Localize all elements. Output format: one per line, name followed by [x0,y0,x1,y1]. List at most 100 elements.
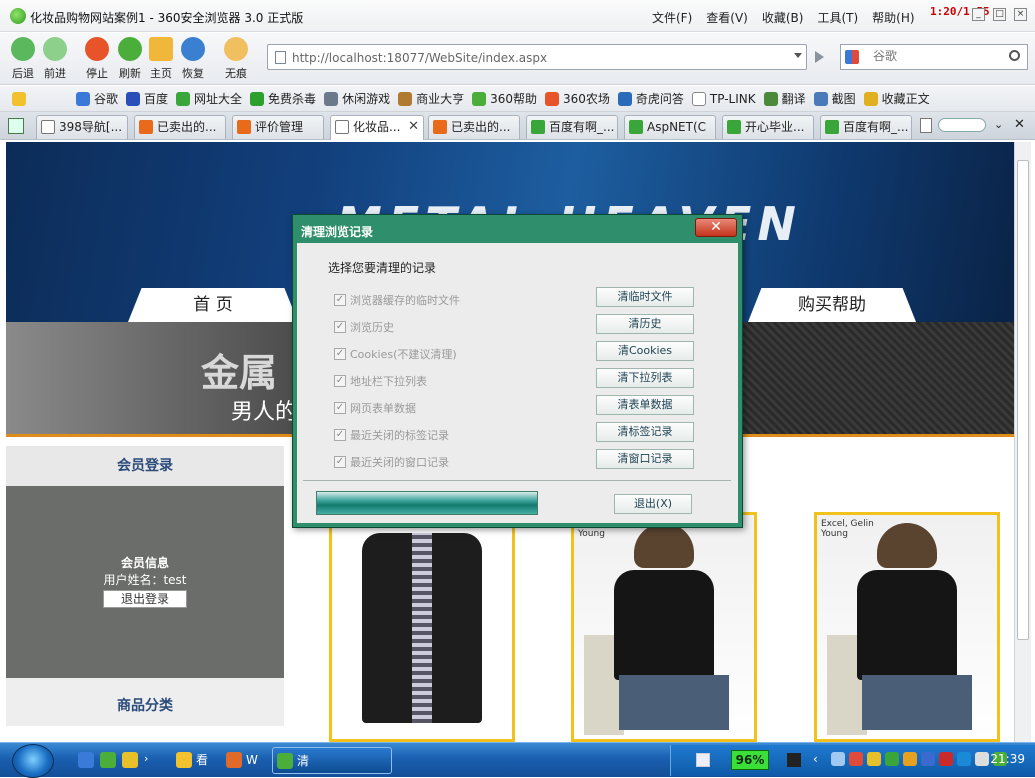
qq-icon[interactable] [903,752,917,766]
360-browser-icon[interactable] [100,752,116,768]
windows-flag-icon[interactable] [122,752,138,768]
start-button[interactable] [12,744,54,778]
battery-indicator[interactable]: 96% [731,750,769,770]
stop-button[interactable]: 停止 [80,37,114,81]
option-cookies[interactable]: ✓ Cookies(不建议清理) [334,346,457,362]
network-icon[interactable] [831,752,845,766]
tab-baidu-2[interactable]: 百度有啊_... [820,115,912,139]
power-plug-icon[interactable] [787,753,801,767]
product-card[interactable]: Excel, GelinYoung [814,512,1000,742]
checkbox[interactable]: ✓ [334,294,346,306]
option-closed-tabs[interactable]: ✓ 最近关闭的标签记录 [334,427,449,443]
checkbox[interactable]: ✓ [334,348,346,360]
option-closed-windows[interactable]: ✓ 最近关闭的窗口记录 [334,454,449,470]
restore-button[interactable]: 恢复 [176,37,210,81]
task-folder[interactable]: 看 [172,747,220,774]
wireless-icon[interactable] [885,752,899,766]
clear-cookies-button[interactable]: 清Cookies [596,341,694,361]
fav-item[interactable]: 百度 [126,90,168,107]
fav-item[interactable]: 翻译 [763,90,806,107]
go-button[interactable] [810,48,830,66]
menu-tools[interactable]: 工具(T) [817,9,858,26]
task-clear-dialog[interactable]: 清 [272,747,392,774]
fav-item[interactable]: 休闲游戏 [324,90,390,107]
tab-sold-2[interactable]: 已卖出的... [428,115,520,139]
fav-item[interactable]: 商业大亨 [398,90,464,107]
menu-file[interactable]: 文件(F) [652,9,692,26]
tab-cosmetics[interactable]: 化妆品... ✕ [330,115,424,140]
clear-form-data-button[interactable]: 清表单数据 [596,395,694,415]
dialog-close-button[interactable]: ✕ [695,218,737,237]
clear-window-records-button[interactable]: 清窗口记录 [596,449,694,469]
fav-item[interactable]: TP-LINK [691,91,756,106]
option-history[interactable]: ✓ 浏览历史 [334,319,394,335]
fav-item[interactable]: 谷歌 [76,90,118,107]
exit-button[interactable]: 退出(X) [614,494,692,514]
scrollbar-thumb[interactable] [1017,160,1029,640]
checkbox[interactable]: ✓ [334,321,346,333]
maximize-button[interactable]: □ [993,8,1006,21]
search-box[interactable] [840,44,1028,70]
fav-item[interactable]: 360帮助 [472,90,537,107]
minimize-button[interactable]: _ [972,8,985,21]
clear-history-button[interactable]: 清历史 [596,314,694,334]
search-engine-icon[interactable] [845,50,859,64]
fav-item[interactable]: 截图 [813,90,856,107]
close-window-button[interactable]: × [1014,8,1027,21]
fav-item[interactable]: 收藏正文 [863,90,930,107]
app-tray-icon[interactable] [939,752,953,766]
forward-button[interactable]: 前进 [38,37,72,81]
close-tab-icon[interactable]: ✕ [1014,117,1025,132]
page-scrollbar[interactable] [1014,142,1031,742]
ie-icon[interactable] [78,752,94,768]
fav-item[interactable]: 奇虎问答 [617,90,684,107]
tab-close-icon[interactable]: ✕ [408,116,419,138]
home-button[interactable]: 主页 [144,37,178,81]
tab-baidu-1[interactable]: 百度有啊_... [526,115,618,139]
new-tab-button[interactable] [938,118,986,132]
tab-list-chevron-icon[interactable]: ⌄ [994,118,1003,131]
keyboard-icon[interactable] [696,753,710,767]
clock[interactable]: 21:39 [990,752,1025,766]
incognito-button[interactable]: 无痕 [219,37,253,81]
fav-item[interactable]: 网址大全 [176,90,242,107]
task-word[interactable]: W [222,747,270,774]
refresh-button[interactable]: 刷新 [113,37,147,81]
clear-tab-records-button[interactable]: 清标签记录 [596,422,694,442]
checkbox[interactable]: ✓ [334,456,346,468]
fav-item[interactable]: 免费杀毒 [250,90,316,107]
checkbox[interactable]: ✓ [334,402,346,414]
fav-item[interactable]: 360农场 [545,90,610,107]
app-tray-icon[interactable] [957,752,971,766]
tray-expand-icon[interactable]: ‹ [813,752,818,766]
menu-favorites[interactable]: 收藏(B) [762,9,804,26]
app-tray-icon[interactable] [921,752,935,766]
menu-help[interactable]: 帮助(H) [872,9,914,26]
tab-aspnet[interactable]: AspNET(C [624,115,716,139]
tab-398[interactable]: 398导航[... [36,115,128,139]
search-input[interactable] [873,49,993,63]
search-icon[interactable] [1009,50,1020,61]
option-address-dropdown[interactable]: ✓ 地址栏下拉列表 [334,373,427,389]
product-card[interactable]: Excel, GelinYoung [571,512,757,742]
clear-dropdown-button[interactable]: 清下拉列表 [596,368,694,388]
volume-icon[interactable] [975,752,989,766]
address-input[interactable] [292,49,792,67]
tab-graduation[interactable]: 开心毕业... [722,115,814,139]
address-dropdown-icon[interactable] [794,53,802,58]
tab-review[interactable]: 评价管理 [232,115,324,139]
option-temp-files[interactable]: ✓ 浏览器缓存的临时文件 [334,292,460,308]
tab-sold-1[interactable]: 已卖出的... [134,115,226,139]
checkbox[interactable]: ✓ [334,375,346,387]
qq-icon[interactable] [867,752,881,766]
option-form-data[interactable]: ✓ 网页表单数据 [334,400,416,416]
logout-button[interactable]: 退出登录 [103,590,187,608]
menu-view[interactable]: 查看(V) [706,9,748,26]
back-button[interactable]: 后退 [6,37,40,81]
nav-home[interactable]: 首 页 [128,288,298,322]
sidebar-toggle-icon[interactable] [8,118,24,134]
nav-help[interactable]: 购买帮助 [748,288,916,322]
new-tab-page-icon[interactable] [920,118,932,133]
clear-temp-files-button[interactable]: 清临时文件 [596,287,694,307]
qq-icon[interactable] [849,752,863,766]
